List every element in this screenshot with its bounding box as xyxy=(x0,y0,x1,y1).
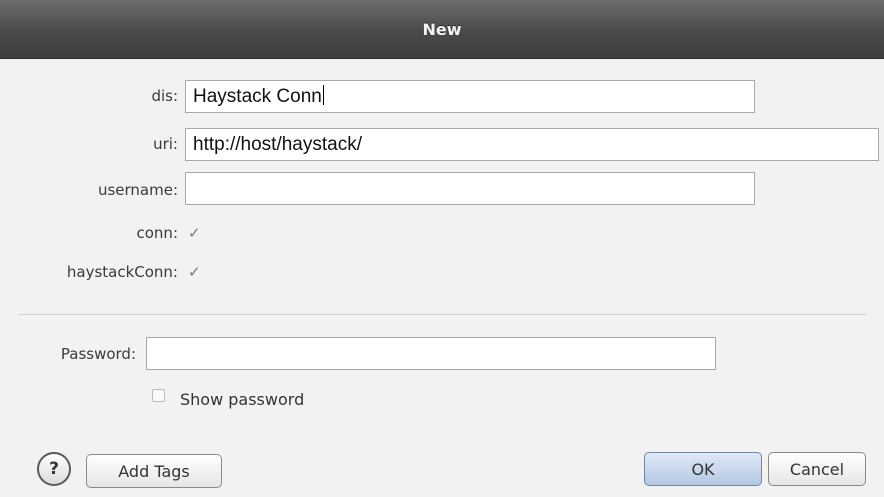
help-button[interactable]: ? xyxy=(37,452,71,486)
ok-button[interactable]: OK xyxy=(644,452,762,486)
username-field[interactable] xyxy=(185,172,755,205)
dis-field[interactable]: Haystack Conn xyxy=(185,80,755,113)
dis-field-value: Haystack Conn xyxy=(193,86,322,107)
cancel-button[interactable]: Cancel xyxy=(768,452,866,486)
conn-label: conn: xyxy=(136,224,179,242)
uri-field-value: http://host/haystack/ xyxy=(193,134,362,155)
dialog-titlebar: New xyxy=(0,0,884,59)
password-field[interactable] xyxy=(146,337,716,370)
dis-label: dis: xyxy=(151,87,178,105)
show-password-checkbox[interactable] xyxy=(152,389,165,402)
add-tags-button[interactable]: Add Tags xyxy=(86,454,222,488)
conn-checkmark-icon: ✓ xyxy=(188,224,201,242)
haystackconn-checkmark-icon: ✓ xyxy=(188,263,201,281)
dialog-title: New xyxy=(422,19,462,39)
show-password-label[interactable]: Show password xyxy=(180,390,304,410)
section-divider xyxy=(18,314,866,315)
password-label: Password: xyxy=(60,345,136,363)
uri-field[interactable]: http://host/haystack/ xyxy=(185,128,879,161)
username-label: username: xyxy=(97,181,178,199)
haystackconn-label: haystackConn: xyxy=(66,263,178,281)
uri-label: uri: xyxy=(153,135,178,153)
text-caret xyxy=(322,85,324,105)
